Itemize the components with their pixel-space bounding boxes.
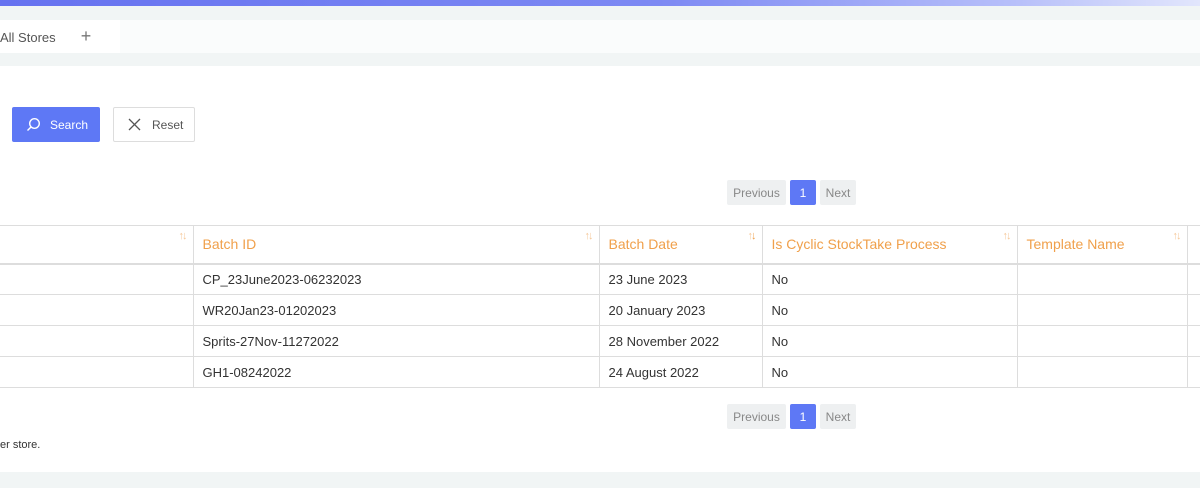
cell-batch-id: GH1-08242022	[193, 356, 600, 388]
table-row[interactable]: GH1-08242022 24 August 2022 No	[0, 356, 1200, 388]
sort-icon[interactable]: ↑↓	[1003, 230, 1012, 242]
content-panel: Search Reset Previous 1 Next ↑↓ Batch ID…	[0, 66, 1200, 472]
search-button-label: Search	[50, 117, 89, 132]
previous-page-button[interactable]: Previous	[727, 180, 786, 205]
sort-icon[interactable]: ↑↓	[585, 230, 594, 242]
cell	[0, 356, 194, 388]
sort-icon[interactable]: ↑↓	[179, 230, 188, 242]
add-tab-icon[interactable]: +	[78, 25, 94, 47]
previous-page-button[interactable]: Previous	[727, 404, 786, 429]
pagination-bottom: Previous 1 Next	[727, 404, 856, 429]
cell	[1187, 263, 1200, 295]
cell-template-name	[1017, 325, 1188, 357]
cell	[0, 294, 194, 326]
reset-button[interactable]: Reset	[113, 107, 195, 142]
column-header-template-name[interactable]: Template Name ↑↓	[1017, 225, 1188, 265]
column-header	[1187, 225, 1200, 265]
column-header-is-cyclic[interactable]: Is Cyclic StockTake Process ↑↓	[762, 225, 1018, 265]
column-header-batch-date[interactable]: Batch Date ↑↓	[599, 225, 763, 265]
pagination-top: Previous 1 Next	[727, 180, 856, 205]
tab-strip: All Stores +	[0, 20, 1200, 53]
cell-template-name	[1017, 263, 1188, 295]
cell-is-cyclic: No	[762, 263, 1018, 295]
page-1-button[interactable]: 1	[790, 404, 816, 429]
column-header[interactable]: ↑↓	[0, 225, 194, 265]
batch-table: ↑↓ Batch ID ↑↓ Batch Date ↑↓ Is Cyclic Sto…	[0, 225, 1200, 388]
reset-button-label: Reset	[152, 117, 184, 132]
cell-batch-id: Sprits-27Nov-11272022	[193, 325, 600, 357]
next-page-button[interactable]: Next	[820, 404, 856, 429]
table-row[interactable]: CP_23June2023-06232023 23 June 2023 No	[0, 263, 1200, 295]
page-1-button[interactable]: 1	[790, 180, 816, 205]
cell	[1187, 294, 1200, 326]
cell-batch-id: CP_23June2023-06232023	[193, 263, 600, 295]
cell-batch-date: 20 January 2023	[599, 294, 763, 326]
close-icon	[128, 118, 141, 131]
cell-is-cyclic: No	[762, 356, 1018, 388]
top-accent-bar	[0, 0, 1200, 6]
cell-is-cyclic: No	[762, 325, 1018, 357]
table-row[interactable]: Sprits-27Nov-11272022 28 November 2022 N…	[0, 325, 1200, 357]
search-button[interactable]: Search	[12, 107, 100, 142]
cell	[0, 263, 194, 295]
table-row[interactable]: WR20Jan23-01202023 20 January 2023 No	[0, 294, 1200, 326]
next-page-button[interactable]: Next	[820, 180, 856, 205]
cell	[1187, 356, 1200, 388]
cell-is-cyclic: No	[762, 294, 1018, 326]
tab-label: All Stores	[0, 30, 56, 45]
tab-all-stores[interactable]: All Stores +	[0, 20, 120, 53]
cell-template-name	[1017, 356, 1188, 388]
sort-desc-icon[interactable]: ↑↓	[748, 230, 757, 242]
cell-template-name	[1017, 294, 1188, 326]
cell-batch-date: 24 August 2022	[599, 356, 763, 388]
table-header-row: ↑↓ Batch ID ↑↓ Batch Date ↑↓ Is Cyclic Sto…	[0, 225, 1200, 265]
search-icon	[27, 117, 41, 131]
footnote-text: er store.	[0, 439, 41, 451]
sort-icon[interactable]: ↑↓	[1173, 230, 1182, 242]
cell-batch-date: 28 November 2022	[599, 325, 763, 357]
cell	[1187, 325, 1200, 357]
cell-batch-date: 23 June 2023	[599, 263, 763, 295]
cell	[0, 325, 194, 357]
cell-batch-id: WR20Jan23-01202023	[193, 294, 600, 326]
column-header-batch-id[interactable]: Batch ID ↑↓	[193, 225, 600, 265]
